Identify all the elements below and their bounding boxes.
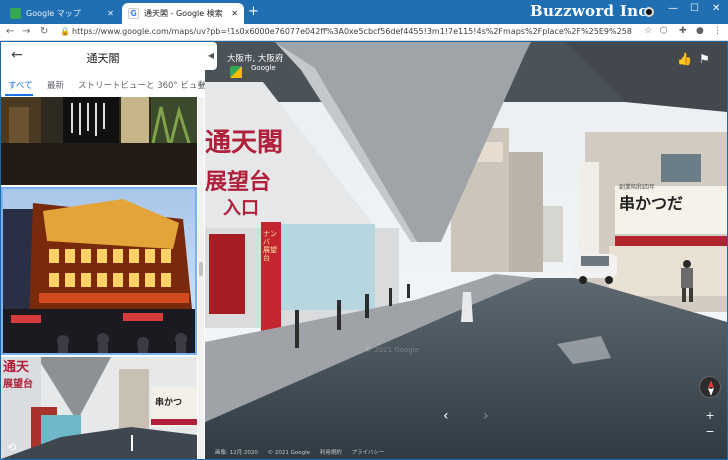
street-view-scene [205,42,727,459]
svg-text:串かつ: 串かつ [155,396,182,408]
close-tab-icon[interactable]: ✕ [231,9,238,18]
terms-link[interactable]: 利用規約 [320,450,342,456]
close-tab-icon[interactable]: ✕ [107,9,114,18]
photo-thumbnail-selected[interactable] [1,187,197,355]
place-title: 通天閣 [86,52,120,65]
brand-watermark: Buzzword Inc. [530,2,654,20]
location-label: 大阪市, 大阪府 [227,54,284,64]
thumbs-up-icon[interactable]: 👍 [677,52,692,66]
maximize-button[interactable]: ☐ [690,3,699,14]
tab-search[interactable]: G 通天閣 - Google 検索 ✕ [122,3,244,24]
browser-toolbar: ← → ↻ 🔒 https://www.google.com/maps/uv?p… [0,24,728,41]
provider-label: Google [251,64,276,72]
entrance-sign: 入口 [223,198,259,219]
bookmark-star-icon[interactable]: ☆ [644,26,652,36]
photo-street-day: 通天 展望台 串かつ [1,357,197,459]
shop-sign: 串かつだ [619,194,684,213]
new-tab-button[interactable]: + [248,4,259,19]
tab-google-maps[interactable]: Google マップ ✕ [4,3,120,24]
photo-tower-night [3,189,195,353]
reload-icon[interactable]: ↻ [40,26,48,37]
tab-latest[interactable]: 最新 [47,79,64,91]
tab-title: Google マップ [26,9,81,18]
photo-thumbnail[interactable] [1,97,197,185]
svg-text:展望台: 展望台 [3,377,33,390]
lock-icon[interactable]: 🔒 [60,27,70,36]
photo-thumbnail[interactable]: 通天 展望台 串かつ ⟲ [1,357,197,459]
collapse-panel-button[interactable]: ◀ [205,42,217,70]
google-maps-favicon-icon [10,8,21,19]
google-favicon-icon: G [128,8,139,19]
puzzle-icon[interactable]: ✚ [679,26,687,36]
copyright: © 2021 Google [267,450,310,456]
svg-text:通天: 通天 [3,359,30,375]
photo-panel: ← 通天閣 すべて 最新 ストリートビューと 360° ビュー 動 通天 展望台… [1,42,205,459]
profile-icon[interactable]: ● [696,26,704,36]
zoom-out-button[interactable]: − [702,424,718,440]
zoom-in-button[interactable]: + [702,408,718,424]
street-view[interactable]: 通天閣 展望台 入口 ナンバ 展望台 串かつだ 創業昭和四年 © 2021 Go… [205,42,727,459]
active-tab-indicator [5,94,33,96]
street-view-footer: 画像: 12月 2020 © 2021 Google 利用規約 プライバシー [215,448,392,456]
flag-icon[interactable]: ⚑ [699,52,710,66]
minimize-button[interactable]: — [668,3,678,14]
address-bar[interactable]: https://www.google.com/maps/uv?pb=!1s0x6… [72,27,632,36]
tower-sign: 通天閣 [205,128,284,158]
back-icon[interactable]: ← [6,26,14,37]
tab-streetview[interactable]: ストリートビューと 360° ビュー [78,79,205,91]
record-icon[interactable] [644,7,654,17]
street-view-logo-icon [230,66,242,78]
street-view-watermark: © 2021 Google [365,346,419,354]
scrollbar-thumb[interactable] [199,262,203,276]
extension-icon[interactable]: ⬡ [660,26,668,36]
close-button[interactable]: ✕ [712,3,720,14]
vertical-banner: ナンバ 展望台 [263,230,277,262]
menu-icon[interactable]: ⋮ [713,26,722,36]
observatory-sign: 展望台 [205,170,272,195]
photo-dark-shop [1,97,197,185]
browser-titlebar: Google マップ ✕ G 通天閣 - Google 検索 ✕ + Buzzw… [0,0,728,24]
panel-scrollbar[interactable] [198,97,204,459]
tab-title: 通天閣 - Google 検索 [144,9,223,18]
panel-header: ← 通天閣 [1,42,205,72]
tab-video[interactable]: 動 [198,79,205,91]
compass-needle-icon [708,380,714,396]
previous-image-button[interactable]: ‹ [443,408,449,424]
capture-date: 画像: 12月 2020 [215,450,258,456]
photo-tabs: すべて 最新 ストリートビューと 360° ビュー 動 [1,76,205,96]
streetview-360-icon: ⟲ [7,441,17,454]
tab-all[interactable]: すべて [8,79,33,91]
next-image-button[interactable]: › [483,408,489,424]
compass-icon[interactable] [699,376,721,398]
forward-icon[interactable]: → [22,26,30,37]
shop-subsign: 創業昭和四年 [619,184,656,191]
privacy-link[interactable]: プライバシー [352,450,385,456]
